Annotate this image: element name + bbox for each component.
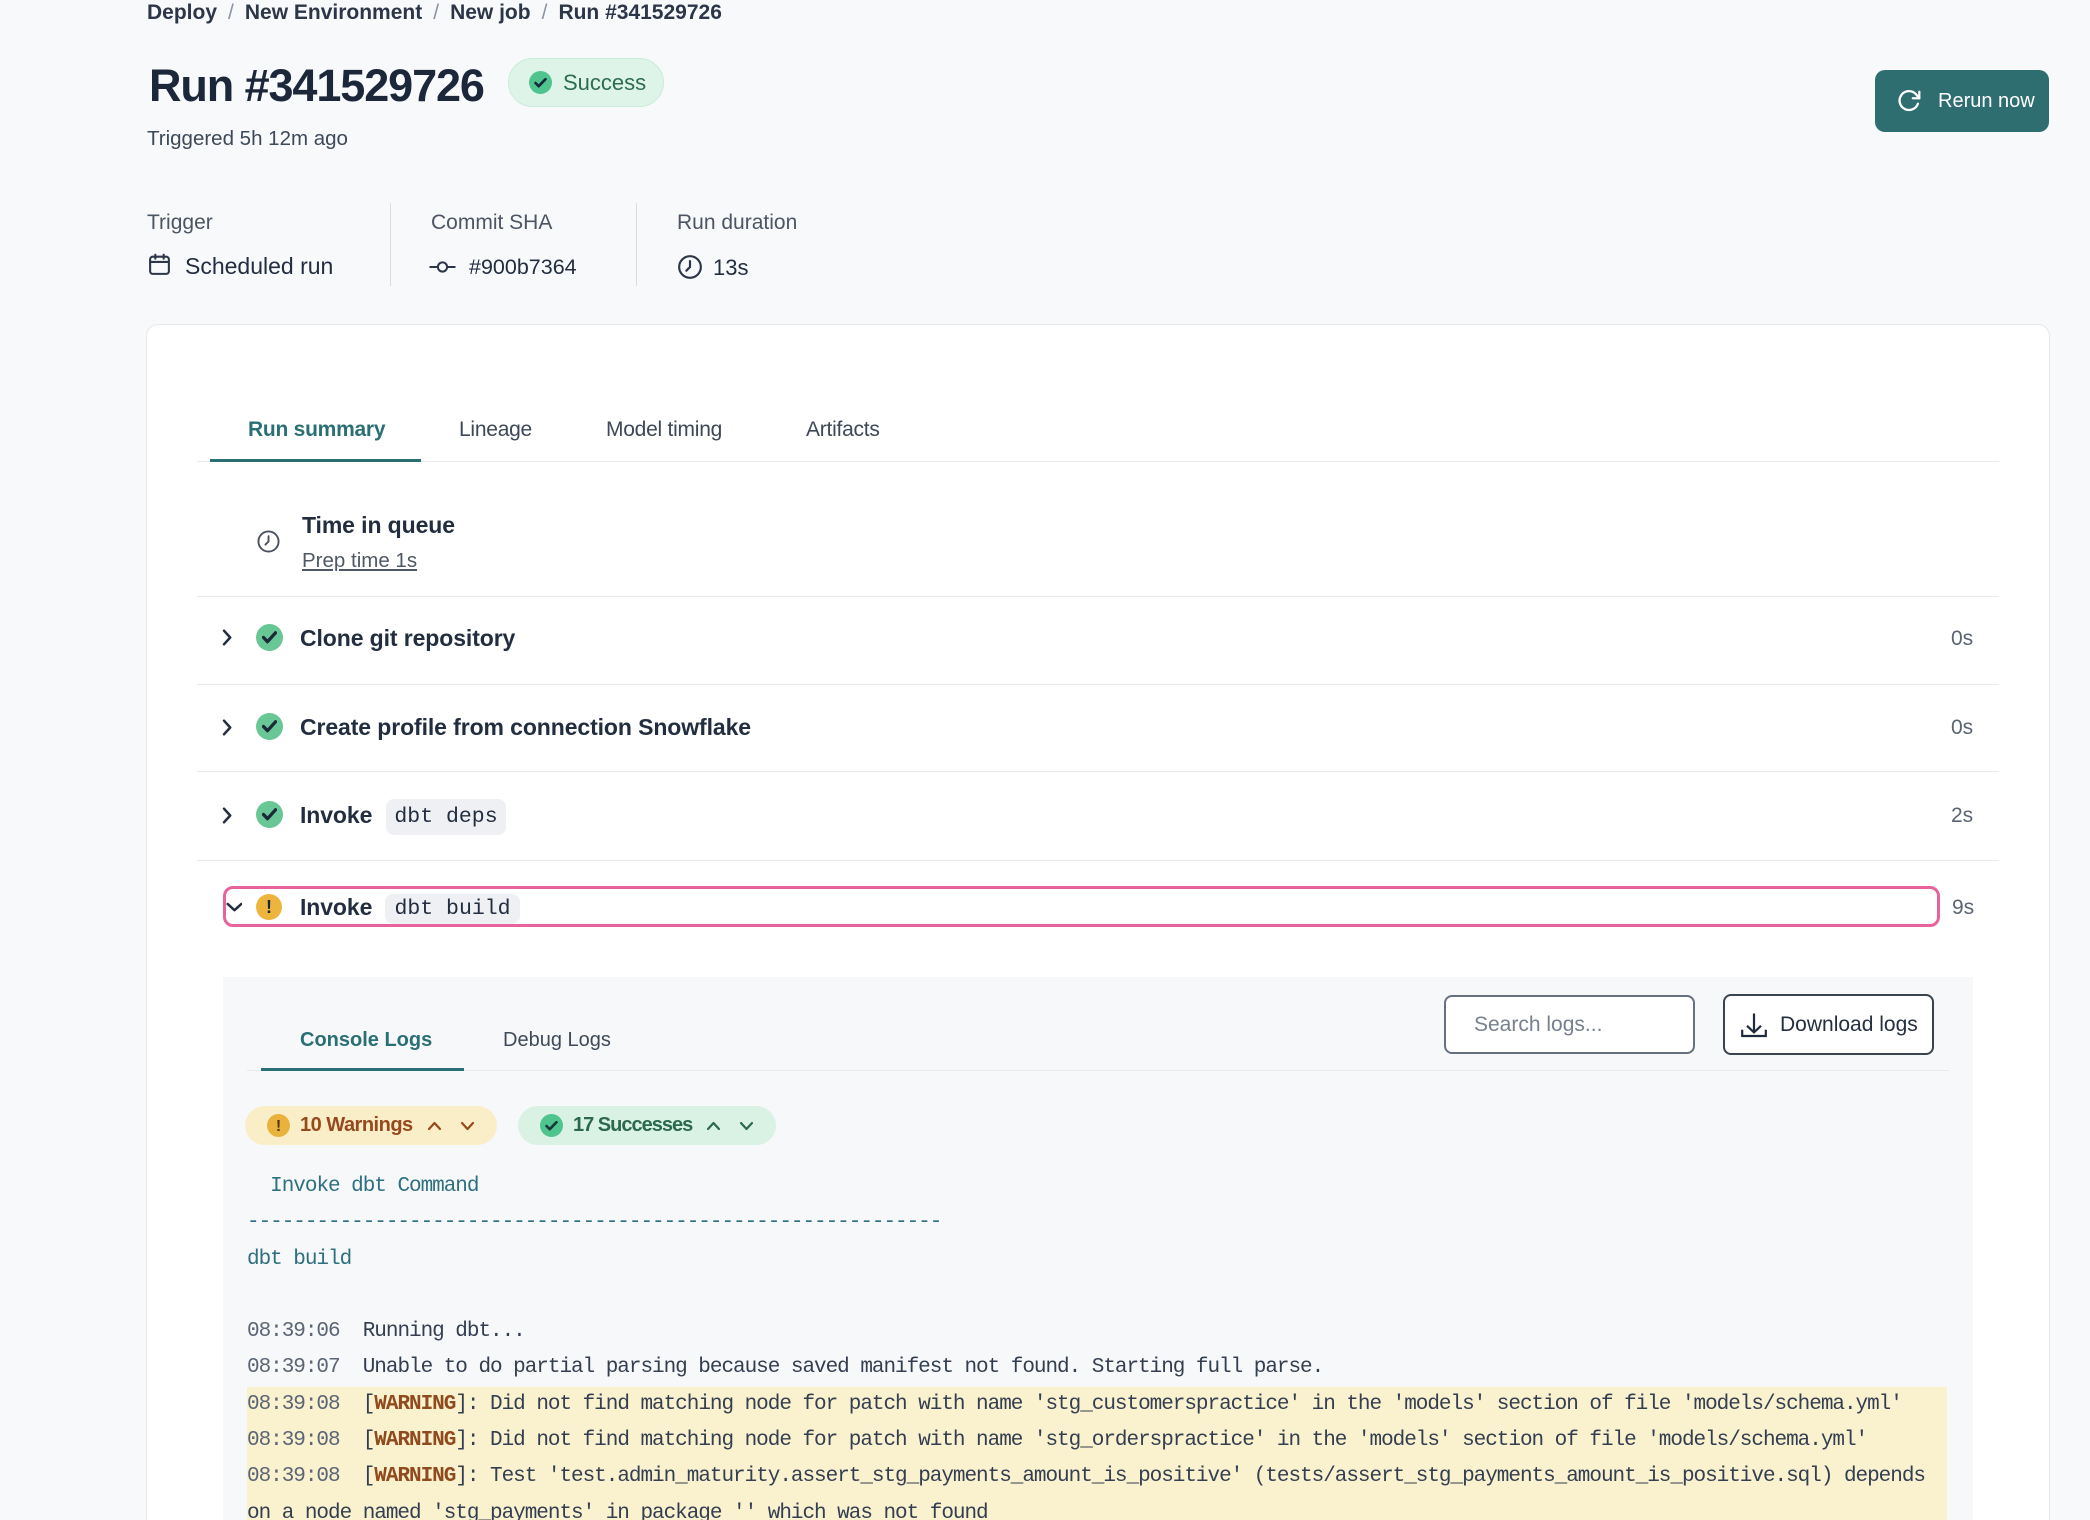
svg-text:!: !: [276, 1118, 281, 1135]
